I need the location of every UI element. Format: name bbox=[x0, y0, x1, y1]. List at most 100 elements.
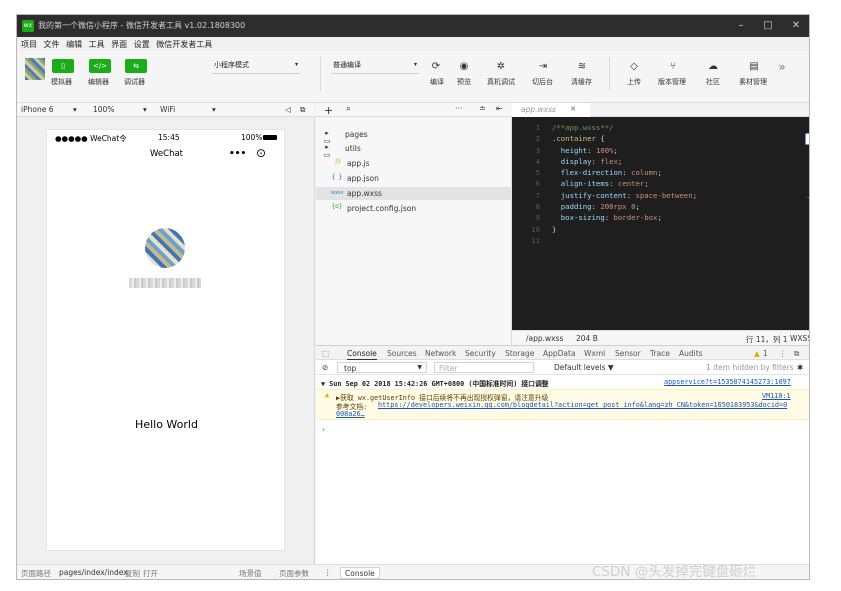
menu-kebab-icon[interactable]: ⋮ bbox=[779, 349, 787, 358]
context-select[interactable]: top ▼ bbox=[337, 362, 427, 373]
target-icon[interactable]: ⊙ bbox=[256, 146, 266, 160]
debugger-toggle-button[interactable]: ⇆ bbox=[125, 59, 147, 73]
code-token: ; bbox=[657, 168, 662, 178]
inspect-icon[interactable]: ⬚ bbox=[322, 349, 329, 358]
code-line[interactable]: display: flex; bbox=[552, 157, 697, 168]
warning-doc-link-cont[interactable]: 008a26… bbox=[336, 410, 365, 418]
code-line[interactable]: .container { bbox=[552, 134, 697, 145]
code-line[interactable]: /**app.wxss**/ bbox=[552, 123, 697, 134]
code-line[interactable] bbox=[552, 236, 697, 247]
close-tab-icon[interactable]: × bbox=[570, 104, 576, 113]
language-mode[interactable]: WXSS bbox=[790, 334, 809, 343]
search-icon[interactable]: ⌕ bbox=[346, 104, 351, 114]
tree-item-app-wxss[interactable]: wxss app.wxss bbox=[316, 187, 512, 200]
refresh-icon[interactable]: ⟳ bbox=[429, 60, 443, 74]
more-icon[interactable]: ··· bbox=[455, 104, 463, 113]
volume-icon[interactable]: ◁ bbox=[285, 105, 291, 114]
chevron-down-icon[interactable]: ▾ bbox=[143, 105, 147, 114]
code-line[interactable]: justify-content: space-between; bbox=[552, 191, 697, 202]
compile-select[interactable]: 普通编译 ▾ bbox=[331, 60, 419, 74]
bug-icon[interactable]: ✲ bbox=[494, 60, 508, 74]
tab-trace[interactable]: Trace bbox=[650, 349, 670, 358]
console-drawer-tab[interactable]: Console bbox=[340, 567, 380, 579]
add-icon[interactable]: + bbox=[324, 104, 333, 117]
open-link[interactable]: 打开 bbox=[143, 568, 158, 579]
menu-kebab-icon[interactable]: ⋮ bbox=[324, 568, 332, 577]
sort-icon[interactable]: ≐ bbox=[479, 104, 486, 113]
tree-item-label: app.js bbox=[347, 159, 370, 168]
tree-item-app-js[interactable]: JS app.js bbox=[316, 157, 512, 170]
battery-status: 100% bbox=[241, 133, 263, 142]
code-line[interactable]: box-sizing: border-box; bbox=[552, 213, 697, 224]
scene-value-button[interactable]: 场景值 bbox=[239, 568, 262, 579]
phone-screen[interactable]: ●●●●● WeChat令 15:45 100% WeChat ••• ⊙ He… bbox=[46, 129, 285, 551]
minimap-marker[interactable] bbox=[805, 133, 809, 145]
more-icon[interactable]: » bbox=[775, 60, 789, 74]
code-line[interactable]: height: 100%; bbox=[552, 146, 697, 157]
user-avatar[interactable] bbox=[25, 58, 45, 80]
stack-icon[interactable]: ≋ bbox=[575, 60, 589, 74]
menu-settings[interactable]: 设置 bbox=[134, 39, 150, 50]
chevron-down-icon: ▾ bbox=[294, 61, 298, 68]
copy-link[interactable]: 复制 bbox=[125, 568, 140, 579]
filter-input[interactable]: Filter bbox=[434, 362, 534, 373]
cloud-icon[interactable]: ☁ bbox=[706, 60, 720, 74]
network-select[interactable]: WiFi bbox=[160, 105, 175, 114]
dock-icon[interactable]: ⧉ bbox=[794, 349, 799, 359]
tab-storage[interactable]: Storage bbox=[505, 349, 534, 358]
code-line[interactable]: padding: 200rpx 0; bbox=[552, 202, 697, 213]
tree-item-pages[interactable]: ▸ ▭ pages bbox=[316, 128, 512, 145]
code-content[interactable]: /**app.wxss**/ .container { height: 100%;… bbox=[552, 123, 697, 247]
menu-file[interactable]: 文件 bbox=[44, 39, 60, 50]
log-source-link[interactable]: appservice?t=1535874145273:1097 bbox=[664, 378, 791, 386]
code-line[interactable]: flex-direction: column; bbox=[552, 168, 697, 179]
code-icon: </> bbox=[92, 62, 108, 70]
chevron-down-icon[interactable]: ▾ bbox=[212, 105, 216, 114]
tab-wxml[interactable]: Wxml bbox=[584, 349, 605, 358]
clear-console-icon[interactable]: ⊘ bbox=[322, 363, 328, 372]
page-params-button[interactable]: 页面参数 bbox=[279, 568, 309, 579]
doc-icon[interactable]: ▤ bbox=[747, 60, 761, 74]
tab-app-wxss[interactable]: app.wxss × bbox=[512, 103, 590, 117]
minimize-button[interactable]: – bbox=[733, 18, 749, 34]
popout-icon[interactable]: ⧉ bbox=[300, 105, 305, 115]
tab-sensor[interactable]: Sensor bbox=[615, 349, 641, 358]
warning-doc-link[interactable]: https://developers.weixin.qq.com/blogdet… bbox=[378, 401, 787, 409]
tab-appdata[interactable]: AppData bbox=[543, 349, 576, 358]
tab-security[interactable]: Security bbox=[465, 349, 496, 358]
more-dots-icon[interactable]: ••• bbox=[229, 149, 246, 159]
mode-select[interactable]: 小程序模式 ▾ bbox=[212, 60, 300, 74]
menu-project[interactable]: 项目 bbox=[21, 39, 37, 50]
warning-icon[interactable]: ▲ bbox=[754, 349, 760, 358]
simulator-toggle-button[interactable]: ▯ bbox=[52, 59, 74, 73]
code-line[interactable]: align-items: center; bbox=[552, 179, 697, 190]
menu-devtools[interactable]: 微信开发者工具 bbox=[156, 39, 212, 50]
gear-icon[interactable]: ✱ bbox=[797, 363, 803, 372]
menu-edit[interactable]: 编辑 bbox=[66, 39, 82, 50]
tree-item-utils[interactable]: ▸ ▭ utils bbox=[316, 142, 512, 159]
warning-source-link[interactable]: VM110:1 bbox=[762, 392, 791, 400]
tree-item-app-json[interactable]: { } app.json bbox=[316, 172, 512, 185]
code-editor[interactable]: 1 2 3 4 5 6 7 8 9 10 11 /**app.wxss**/ .container {… bbox=[512, 117, 809, 330]
chevron-down-icon[interactable]: ▾ bbox=[73, 105, 77, 114]
console-prompt[interactable]: › bbox=[321, 425, 326, 434]
device-select[interactable]: iPhone 6 bbox=[21, 105, 53, 114]
file-tree: ▸ ▭ pages ▸ ▭ utils JS app.js { } app.js… bbox=[316, 117, 512, 345]
menu-interface[interactable]: 界面 bbox=[111, 39, 127, 50]
zoom-select[interactable]: 100% bbox=[93, 105, 114, 114]
tab-sources[interactable]: Sources bbox=[387, 349, 417, 358]
tab-network[interactable]: Network bbox=[425, 349, 456, 358]
switch-icon[interactable]: ⇥ bbox=[536, 60, 550, 74]
log-levels-select[interactable]: Default levels ▼ bbox=[554, 363, 614, 372]
maximize-button[interactable]: □ bbox=[760, 18, 776, 34]
tab-audits[interactable]: Audits bbox=[679, 349, 703, 358]
code-line[interactable]: } bbox=[552, 225, 697, 236]
upload-icon[interactable]: ◇ bbox=[627, 60, 641, 74]
close-button[interactable]: ✕ bbox=[788, 18, 804, 34]
menu-tools[interactable]: 工具 bbox=[89, 39, 105, 50]
collapse-icon[interactable]: ⇤ bbox=[496, 104, 503, 113]
branch-icon[interactable]: ⑂ bbox=[666, 60, 680, 74]
tree-item-project-config[interactable]: {o} project.config.json bbox=[316, 202, 512, 215]
editor-toggle-button[interactable]: </> bbox=[89, 59, 111, 73]
eye-icon[interactable]: ◉ bbox=[457, 60, 471, 74]
